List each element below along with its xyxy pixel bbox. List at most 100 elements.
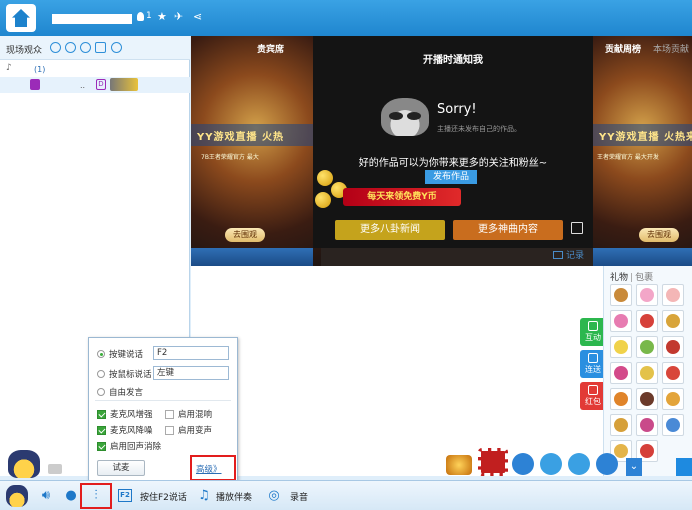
- gift-tabs: 礼物 | 包裹: [610, 273, 654, 283]
- red-packet-icon: [588, 385, 598, 395]
- gift-item[interactable]: [610, 362, 632, 384]
- chevron-down-icon[interactable]: ⌄: [626, 458, 642, 476]
- user-icon: [137, 11, 144, 21]
- gift-item[interactable]: [610, 388, 632, 410]
- gift-item[interactable]: [662, 284, 684, 306]
- mouse-talk-option[interactable]: 按鼠标说话: [97, 368, 152, 380]
- radio-button[interactable]: [97, 350, 105, 358]
- mic-denoise-checkbox[interactable]: 麦克风降噪: [97, 424, 153, 436]
- poster-banner-right: YY游戏直播 火热来袭: [593, 124, 692, 146]
- gift-item[interactable]: [636, 310, 658, 332]
- echo-cancel-checkbox[interactable]: 启用回声消除: [97, 440, 161, 452]
- test-mic-button[interactable]: 试麦: [97, 460, 145, 476]
- vip-seat-tab[interactable]: 贵宾席: [257, 42, 284, 55]
- speaker-icon[interactable]: 🔊︎: [38, 488, 54, 504]
- reverb-checkbox[interactable]: 启用混响: [165, 408, 212, 420]
- press-to-talk-option[interactable]: 按键说话: [97, 348, 143, 360]
- stage-bottom-strip-right: [593, 248, 692, 266]
- free-talk-option[interactable]: 自由发言: [97, 386, 143, 398]
- title-bar: 1 ★ ✈ ⋖: [0, 0, 692, 36]
- poster-subtitle-left: 7B王者荣耀官方 最大: [201, 154, 259, 161]
- yy-mascot-icon[interactable]: [6, 485, 28, 507]
- gift-item[interactable]: [662, 362, 684, 384]
- audience-header: 现场观众: [0, 36, 190, 60]
- audience-label: 现场观众: [6, 46, 43, 56]
- gift-panel: 礼物 | 包裹: [603, 266, 692, 476]
- gift-item[interactable]: [610, 414, 632, 436]
- star-icon[interactable]: ★: [157, 10, 167, 23]
- go-watch-button-right[interactable]: 去围观: [639, 228, 679, 242]
- hotkey-field[interactable]: F2: [153, 346, 229, 360]
- mouse-key-field[interactable]: 左键: [153, 366, 229, 380]
- gift-item[interactable]: [636, 388, 658, 410]
- gift-item[interactable]: [636, 362, 658, 384]
- edit-icon[interactable]: [571, 222, 583, 234]
- f2-key-icon[interactable]: F2: [118, 489, 132, 502]
- gift-item[interactable]: [662, 336, 684, 358]
- gift-item[interactable]: [610, 284, 632, 306]
- share-circle-icon[interactable]: [540, 453, 562, 475]
- go-watch-button-left[interactable]: 去围观: [225, 228, 265, 242]
- medal-badge-icon: D: [96, 79, 106, 90]
- publish-works-tag[interactable]: 发布作品: [425, 170, 477, 184]
- user-name: ..: [80, 81, 86, 90]
- accompaniment-label[interactable]: 播放伴奏: [216, 490, 252, 503]
- radio-button[interactable]: [97, 388, 105, 396]
- mixer-settings-icon[interactable]: ⫶: [88, 488, 104, 504]
- press-f2-label[interactable]: 按住F2说话: [140, 490, 187, 503]
- more-songs-button[interactable]: 更多神曲内容: [453, 220, 563, 240]
- gift-send-button[interactable]: [676, 458, 692, 476]
- treasure-chest-icon[interactable]: [446, 455, 472, 475]
- plane-icon[interactable]: ✈: [174, 10, 183, 23]
- radio-button[interactable]: [97, 370, 105, 378]
- gift-item[interactable]: [662, 388, 684, 410]
- film-icon[interactable]: [478, 448, 508, 476]
- stage-bottom-strip-left: [191, 248, 313, 266]
- music-note-icon: ♪: [6, 63, 12, 73]
- channel-member-count: (1): [34, 65, 46, 74]
- gift-item[interactable]: [636, 336, 658, 358]
- notify-message: 好的作品可以为你带来更多的关注和粉丝~: [358, 158, 548, 169]
- gift-item[interactable]: [662, 414, 684, 436]
- gift-item[interactable]: [610, 310, 632, 332]
- location-icon[interactable]: [80, 42, 91, 53]
- yy-badge-icon: [110, 78, 138, 91]
- message-circle-icon[interactable]: [568, 453, 590, 475]
- more-circle-icon[interactable]: [596, 453, 618, 475]
- mic-enhance-checkbox[interactable]: 麦克风增强: [97, 408, 153, 420]
- notify-overlay: 开播时通知我 Sorry! 主播还未发布自己的作品。 好的作品可以为你带来更多的…: [313, 36, 593, 248]
- gift-item[interactable]: [662, 310, 684, 332]
- microphone-icon[interactable]: ●: [63, 488, 79, 504]
- activity-icon[interactable]: [512, 453, 534, 475]
- record-tab[interactable]: 记录: [553, 248, 584, 261]
- gift-item[interactable]: [636, 414, 658, 436]
- home-logo-icon[interactable]: [6, 4, 36, 32]
- music-icon[interactable]: ♫: [196, 488, 212, 504]
- advanced-link[interactable]: 高级》: [196, 463, 222, 475]
- record-audio-label[interactable]: 录音: [290, 490, 308, 503]
- tab-bag[interactable]: 包裹: [635, 273, 653, 283]
- free-coin-banner[interactable]: 每天来领免费Y币: [343, 188, 461, 206]
- raccoon-mascot-icon: [381, 98, 429, 136]
- gift-item[interactable]: [610, 336, 632, 358]
- search-icon[interactable]: [111, 42, 122, 53]
- poster-banner-left: YY游戏直播 火热: [191, 124, 321, 146]
- tab-gifts[interactable]: 礼物: [610, 273, 628, 283]
- live-stage: 贵宾席 YY游戏直播 火热 7B王者荣耀官方 最大 贡献周榜 本场贡献 YY游戏…: [191, 36, 692, 266]
- session-contribution-tab[interactable]: 本场贡献: [653, 42, 689, 55]
- mic-settings-popup: 按键说话 F2 按鼠标说话 左键 自由发言 麦克风增强 启用混响 麦克风降噪 启…: [88, 337, 238, 482]
- list-icon[interactable]: [95, 42, 106, 53]
- channel-tree-row[interactable]: ♪ (1): [0, 62, 190, 76]
- emoji-icon[interactable]: [48, 464, 62, 474]
- notify-title: 开播时通知我: [423, 55, 483, 66]
- more-gossip-button[interactable]: 更多八卦新闻: [335, 220, 445, 240]
- user-list-icon[interactable]: [50, 42, 61, 53]
- weekly-contribution-tab[interactable]: 贡献周榜: [605, 42, 641, 55]
- user-avatar[interactable]: [8, 450, 40, 478]
- audience-user-row[interactable]: .. D: [0, 77, 190, 93]
- group-icon[interactable]: [65, 42, 76, 53]
- share-icon[interactable]: ⋖: [193, 10, 202, 23]
- voice-change-checkbox[interactable]: 启用变声: [165, 424, 212, 436]
- record-circle-icon[interactable]: ◎: [266, 488, 282, 504]
- gift-item[interactable]: [636, 284, 658, 306]
